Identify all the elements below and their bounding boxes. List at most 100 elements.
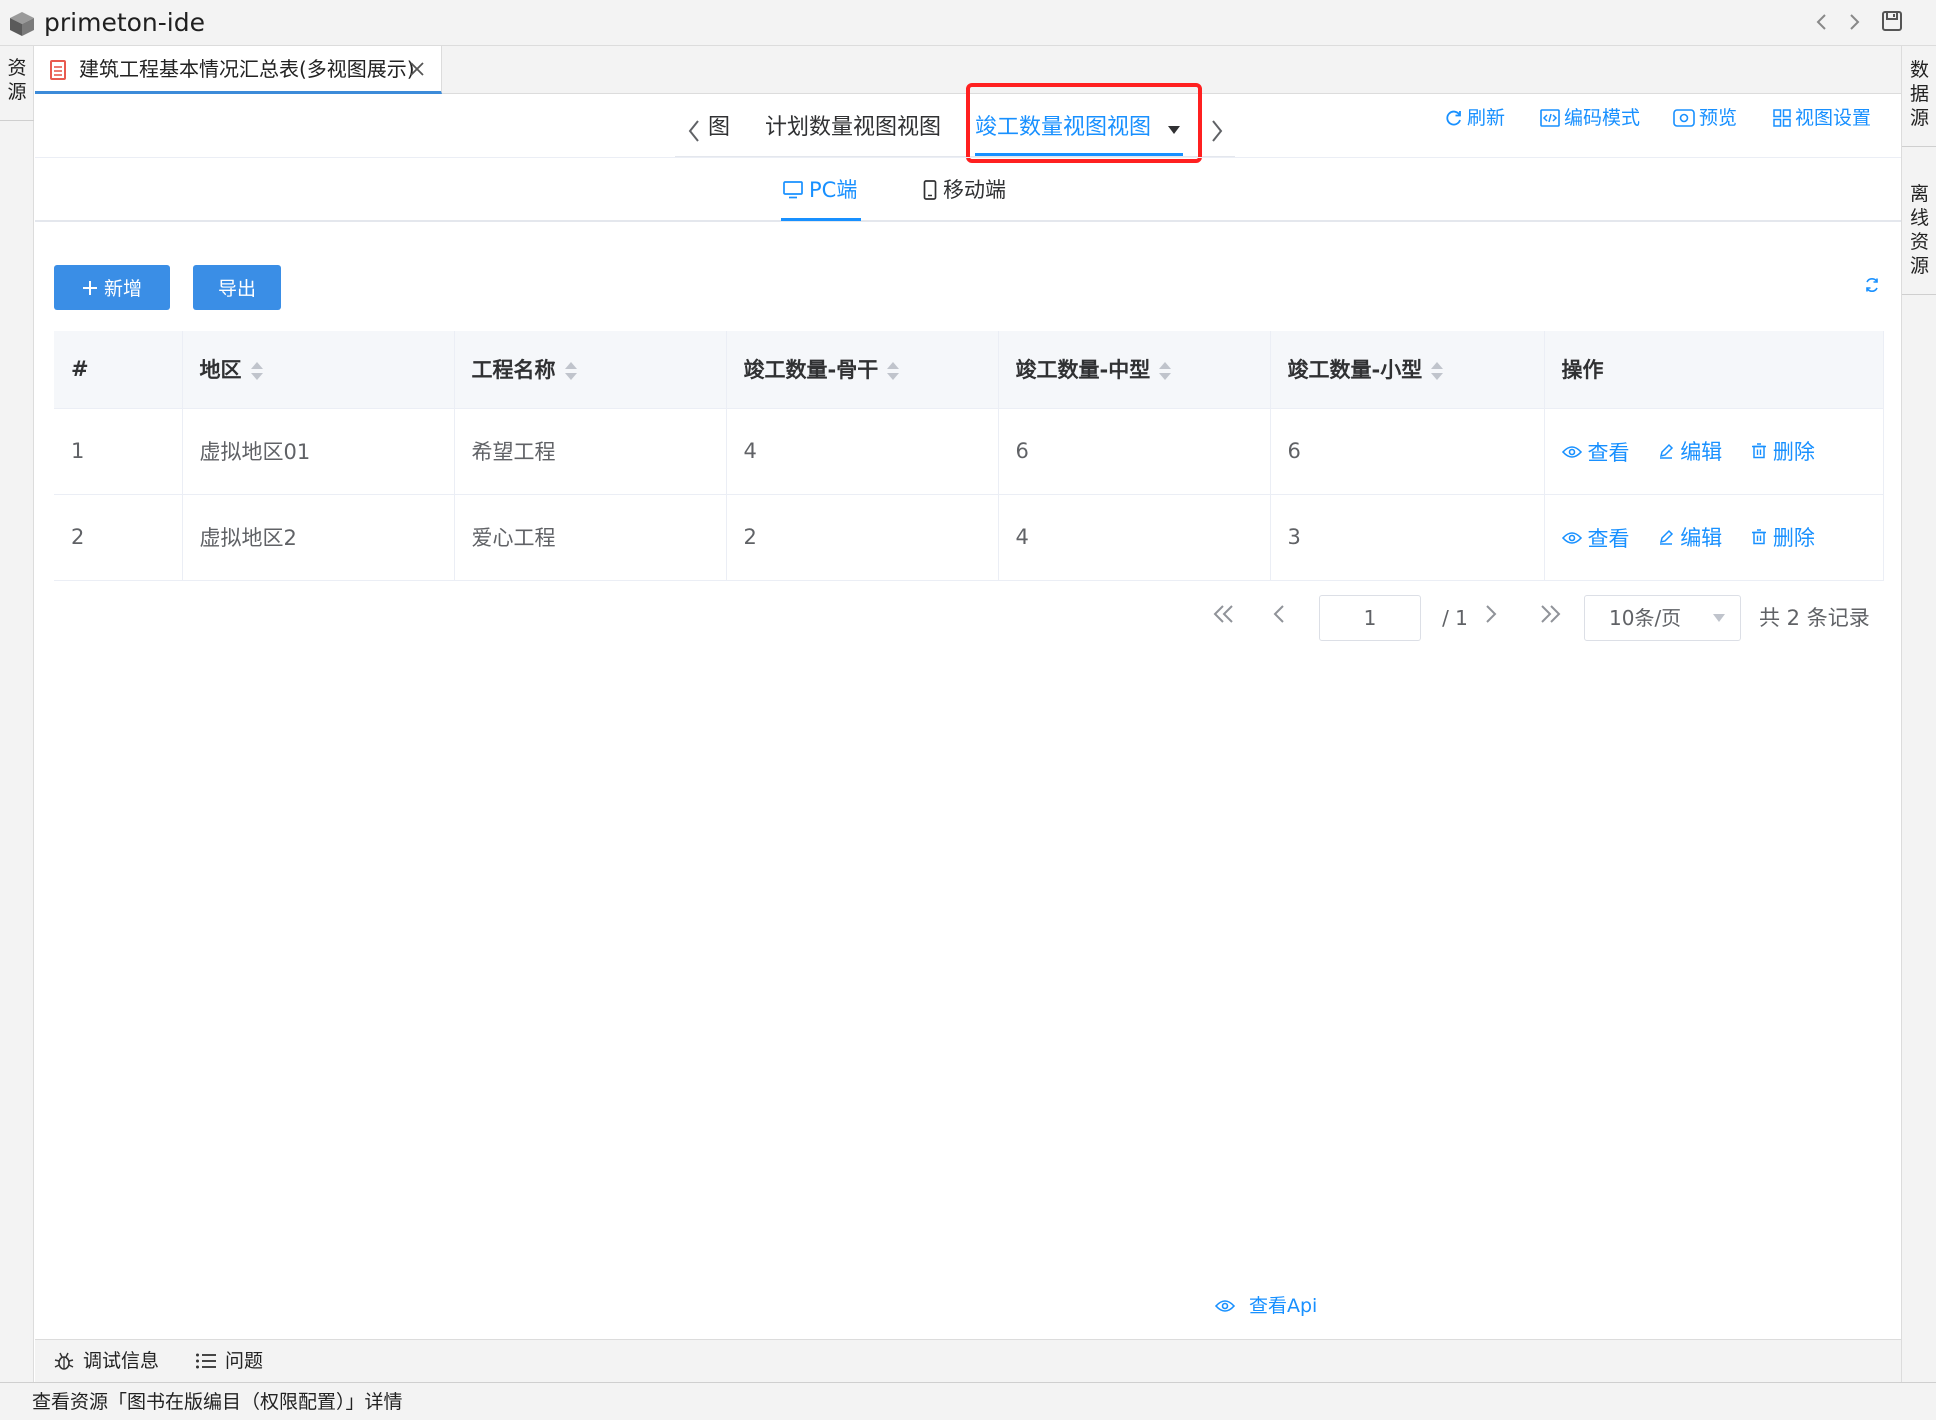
refresh-icon xyxy=(1446,110,1461,126)
export-button[interactable]: 导出 xyxy=(193,265,281,310)
sort-icon[interactable] xyxy=(250,360,264,382)
sort-icon[interactable] xyxy=(564,360,578,382)
eye-icon xyxy=(1673,109,1695,127)
edit-row-button[interactable]: 编辑 xyxy=(1658,436,1722,466)
cell-project: 爱心工程 xyxy=(454,494,727,580)
device-tab-pc-label: PC端 xyxy=(809,178,858,202)
close-icon[interactable] xyxy=(408,60,426,78)
view-settings-label: 视图设置 xyxy=(1795,107,1872,129)
caret-down-icon xyxy=(1713,614,1725,622)
chevron-right-icon[interactable] xyxy=(1844,11,1864,33)
page-number-input[interactable]: 1 xyxy=(1319,595,1421,641)
total-records: 共 2 条记录 xyxy=(1759,606,1870,630)
table-row: 1 虚拟地区01 希望工程 4 6 6 查看 编辑 删除 xyxy=(54,408,1884,494)
view-tab-chart[interactable]: 图 xyxy=(708,113,730,143)
edit-row-label: 编辑 xyxy=(1680,439,1723,464)
cell-index: 1 xyxy=(54,408,183,494)
edit-icon xyxy=(1660,443,1674,459)
title-bar: primeton-ide xyxy=(0,0,1936,46)
column-header-label: # xyxy=(71,357,89,382)
eye-icon xyxy=(1215,1300,1235,1312)
cell-backbone: 4 xyxy=(726,408,999,494)
cell-small: 6 xyxy=(1270,408,1545,494)
data-table: # 地区 工程名称 竣工数量-骨干 竣工数量-中型 竣工数量-小型 操作 1 虚… xyxy=(54,331,1884,581)
column-header-small[interactable]: 竣工数量-小型 xyxy=(1270,331,1545,408)
side-tab-resources[interactable]: 资源 xyxy=(0,56,34,121)
cell-medium: 6 xyxy=(998,408,1271,494)
chevron-right-icon[interactable] xyxy=(1208,117,1226,145)
device-tab-pc[interactable]: PC端 xyxy=(783,175,857,205)
column-header-backbone[interactable]: 竣工数量-骨干 xyxy=(726,331,999,408)
column-header-region[interactable]: 地区 xyxy=(182,331,455,408)
last-page-icon[interactable] xyxy=(1537,603,1563,625)
column-header-medium[interactable]: 竣工数量-中型 xyxy=(998,331,1271,408)
bottom-tab-debug-info[interactable]: 调试信息 xyxy=(53,1348,159,1374)
delete-row-button[interactable]: 删除 xyxy=(1751,436,1815,466)
sort-icon[interactable] xyxy=(1430,360,1444,382)
chevron-left-icon[interactable] xyxy=(1812,11,1832,33)
edit-row-label: 编辑 xyxy=(1680,525,1723,550)
bottom-tab-issues[interactable]: 问题 xyxy=(195,1348,263,1374)
cell-actions: 查看 编辑 删除 xyxy=(1544,408,1884,494)
preview-label: 预览 xyxy=(1699,107,1738,129)
cell-small: 3 xyxy=(1270,494,1545,580)
form-file-icon xyxy=(49,59,67,81)
cell-project: 希望工程 xyxy=(454,408,727,494)
page-size-select[interactable]: 10条/页 xyxy=(1584,595,1741,641)
plus-icon xyxy=(82,280,97,295)
save-icon[interactable] xyxy=(1880,9,1904,33)
delete-row-button[interactable]: 删除 xyxy=(1751,522,1815,552)
refresh-label: 刷新 xyxy=(1467,107,1506,129)
bottom-tab-issues-label: 问题 xyxy=(225,1350,264,1372)
device-tab-mobile[interactable]: 移动端 xyxy=(923,175,1006,205)
column-header-label: 工程名称 xyxy=(471,358,556,383)
edit-icon xyxy=(1660,529,1674,545)
bug-icon xyxy=(54,1352,74,1370)
eye-icon xyxy=(1561,445,1582,458)
refresh-button[interactable]: 刷新 xyxy=(1445,105,1505,131)
sort-icon[interactable] xyxy=(886,360,900,382)
side-tab-offline-resources[interactable]: 离线资源 xyxy=(1902,182,1936,295)
column-header-label: 竣工数量-骨干 xyxy=(743,358,879,383)
column-header-label: 操作 xyxy=(1561,358,1604,383)
delete-row-label: 删除 xyxy=(1772,525,1815,550)
preview-button[interactable]: 预览 xyxy=(1673,105,1737,131)
list-icon xyxy=(196,1353,216,1369)
page-size-value: 10条/页 xyxy=(1609,606,1682,630)
column-header-actions: 操作 xyxy=(1544,331,1884,408)
column-header-label: 地区 xyxy=(199,358,242,383)
editor-tab[interactable]: 建筑工程基本情况汇总表(多视图展示) xyxy=(35,46,442,94)
device-tab-mobile-label: 移动端 xyxy=(943,178,1006,202)
highlight-annotation-box xyxy=(966,83,1202,163)
view-row-button[interactable]: 查看 xyxy=(1561,523,1630,553)
view-settings-button[interactable]: 视图设置 xyxy=(1773,105,1871,131)
view-tab-planned-quantity[interactable]: 计划数量视图视图 xyxy=(765,113,941,143)
trash-icon xyxy=(1751,528,1766,544)
column-header-index: # xyxy=(54,331,183,408)
edit-row-button[interactable]: 编辑 xyxy=(1658,522,1722,552)
prev-page-icon[interactable] xyxy=(1271,603,1287,625)
first-page-icon[interactable] xyxy=(1211,603,1237,625)
cell-region: 虚拟地区2 xyxy=(182,494,455,580)
app-title: primeton-ide xyxy=(44,8,205,37)
add-button[interactable]: 新增 xyxy=(54,265,170,310)
sort-icon[interactable] xyxy=(1158,360,1172,382)
bottom-tab-debug-label: 调试信息 xyxy=(83,1350,160,1372)
app-logo-icon xyxy=(8,10,36,38)
device-tabs-baseline xyxy=(35,220,1901,222)
editor-tab-label: 建筑工程基本情况汇总表(多视图展示) xyxy=(79,57,415,81)
main-content: 图 计划数量视图视图 竣工数量视图视图 刷新 编码模式 预览 视图设置 PC端 … xyxy=(35,83,1901,1339)
next-page-icon[interactable] xyxy=(1483,603,1499,625)
view-row-label: 查看 xyxy=(1587,526,1630,551)
code-mode-button[interactable]: 编码模式 xyxy=(1540,105,1640,131)
column-header-project[interactable]: 工程名称 xyxy=(454,331,727,408)
chevron-left-icon[interactable] xyxy=(685,117,703,145)
column-header-label: 竣工数量-中型 xyxy=(1015,358,1151,383)
cell-backbone: 2 xyxy=(726,494,999,580)
right-side-panel: 数据源 离线资源 xyxy=(1901,46,1936,1382)
active-device-tab-indicator xyxy=(781,218,861,221)
view-row-button[interactable]: 查看 xyxy=(1561,437,1630,467)
side-tab-datasource[interactable]: 数据源 xyxy=(1902,58,1936,147)
view-api-link[interactable]: 查看Api xyxy=(1215,1293,1317,1319)
table-refresh-icon[interactable] xyxy=(1864,277,1880,293)
